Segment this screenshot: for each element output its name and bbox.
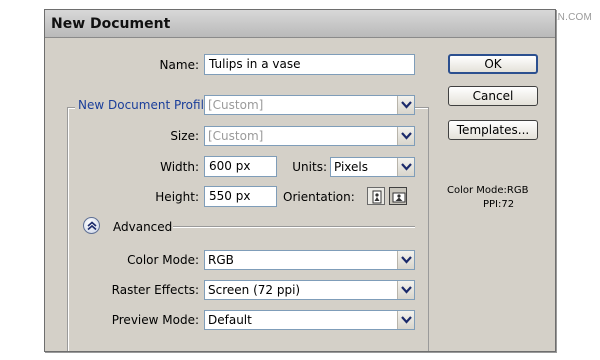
dialog-body: Name: Tulips in a vase New Document Prof…: [45, 39, 555, 351]
chevron-down-icon: [397, 96, 414, 114]
color-mode-value: RGB: [208, 253, 234, 267]
profile-label: New Document Profile:: [75, 98, 219, 112]
raster-effects-value: Screen (72 ppi): [208, 283, 301, 297]
advanced-toggle[interactable]: [83, 217, 100, 234]
info-color-mode: Color Mode:RGB: [447, 185, 529, 196]
portrait-orientation-icon: [372, 190, 382, 204]
chevron-down-icon[interactable]: [397, 251, 414, 269]
dialog-title: New Document: [45, 10, 555, 38]
color-mode-label: Color Mode:: [127, 253, 199, 267]
size-value: [Custom]: [208, 129, 264, 143]
units-value: Pixels: [334, 160, 369, 174]
width-input[interactable]: 600 px: [204, 156, 277, 177]
chevron-down-icon[interactable]: [397, 281, 414, 299]
units-label: Units:: [292, 160, 327, 174]
info-ppi: PPI:72: [483, 199, 515, 210]
raster-effects-label: Raster Effects:: [111, 283, 199, 297]
height-label: Height:: [155, 190, 199, 204]
portrait-orientation-button[interactable]: [367, 187, 385, 205]
name-input[interactable]: Tulips in a vase: [204, 54, 415, 75]
new-document-dialog: New Document Name: Tulips in a vase New …: [44, 9, 556, 352]
width-label: Width:: [160, 160, 199, 174]
double-chevron-up-icon: [87, 221, 97, 231]
size-select: [Custom]: [204, 126, 415, 146]
landscape-orientation-icon: [392, 192, 406, 203]
profile-select: [Custom]: [204, 95, 415, 115]
height-input[interactable]: 550 px: [204, 186, 277, 207]
orientation-label: Orientation:: [283, 190, 355, 204]
preview-mode-select[interactable]: Default: [204, 310, 415, 330]
chevron-down-icon[interactable]: [397, 158, 414, 176]
color-mode-select[interactable]: RGB: [204, 250, 415, 270]
ok-button[interactable]: OK: [448, 54, 538, 74]
preview-mode-label: Preview Mode:: [111, 313, 199, 327]
profile-value: [Custom]: [208, 98, 264, 112]
landscape-orientation-button[interactable]: [389, 187, 407, 205]
raster-effects-select[interactable]: Screen (72 ppi): [204, 280, 415, 300]
name-label: Name:: [159, 58, 199, 72]
size-label: Size:: [170, 129, 199, 143]
advanced-divider: [173, 226, 415, 228]
advanced-label: Advanced: [113, 220, 173, 234]
cancel-button[interactable]: Cancel: [448, 86, 538, 106]
units-select[interactable]: Pixels: [330, 157, 415, 177]
preview-mode-value: Default: [208, 313, 252, 327]
templates-button[interactable]: Templates...: [448, 120, 538, 140]
chevron-down-icon: [397, 127, 414, 145]
chevron-down-icon[interactable]: [397, 311, 414, 329]
